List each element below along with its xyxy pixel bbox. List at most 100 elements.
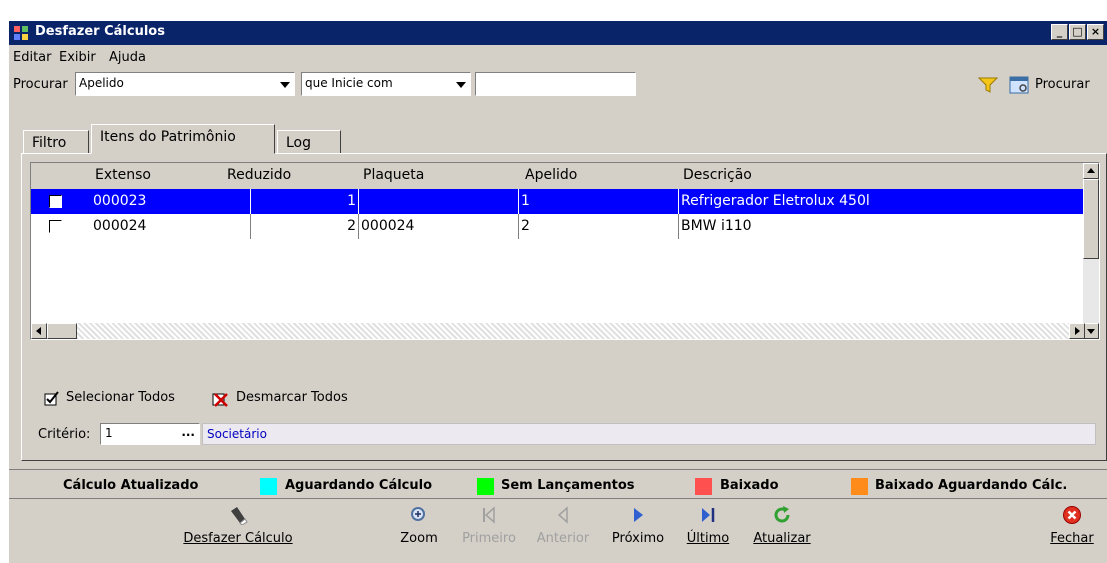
undo-calculation-button[interactable]: Desfazer Cálculo: [173, 505, 303, 546]
close-label: Fechar: [1050, 531, 1094, 546]
criterio-row: Critério: 1 ... Societário: [30, 422, 1100, 446]
arrow-up-icon: [1087, 168, 1095, 173]
arrow-right-icon: [1075, 327, 1080, 335]
close-button[interactable]: Fechar: [1047, 505, 1097, 546]
hscroll-thumb[interactable]: [47, 323, 77, 339]
criterio-label: Critério:: [38, 427, 91, 442]
chevron-down-icon: [280, 82, 290, 88]
next-button[interactable]: Próximo: [607, 505, 669, 546]
last-label: Último: [686, 531, 730, 546]
minimize-button[interactable]: _: [1051, 24, 1068, 40]
cell-extenso: 000023: [91, 189, 251, 214]
refresh-button[interactable]: Atualizar: [747, 505, 817, 546]
grid-header: Extenso Reduzido Plaqueta Apelido Descri…: [31, 163, 1085, 189]
tab-filtro[interactable]: Filtro: [23, 130, 89, 154]
menu-exibir[interactable]: Exibir: [59, 50, 96, 65]
tab-itens-do-patrimonio[interactable]: Itens do Patrimônio: [91, 124, 275, 154]
legend-swatch-sem-lancamentos: [477, 478, 494, 495]
legend-calculo-atualizado: Cálculo Atualizado: [63, 478, 199, 493]
search-label: Procurar: [13, 77, 68, 92]
tab-label: Log: [286, 135, 312, 151]
criterio-value: 1: [105, 426, 113, 440]
search-operator-value: que Inicie com: [305, 76, 393, 90]
last-record-icon: [702, 508, 715, 522]
cell-descricao: BMW i110: [681, 218, 752, 234]
legend-baixado-aguardando: Baixado Aguardando Cálc.: [875, 478, 1068, 493]
scroll-thumb[interactable]: [1083, 179, 1099, 259]
checkbox-checked-icon: [44, 391, 59, 406]
deselect-all-label: Desmarcar Todos: [236, 390, 348, 405]
column-header-descricao[interactable]: Descrição: [683, 167, 752, 183]
legend-swatch-aguardando: [260, 478, 277, 495]
column-header-reduzido[interactable]: Reduzido: [227, 167, 291, 183]
menu-ajuda[interactable]: Ajuda: [109, 50, 146, 65]
scroll-left-button[interactable]: [31, 323, 47, 339]
legend-swatch-baixado-aguardando: [851, 478, 868, 495]
bottom-toolbar: Desfazer Cálculo Zoom Primeiro Anterior …: [9, 501, 1107, 563]
previous-label: Anterior: [536, 531, 590, 546]
legend-aguardando-calculo: Aguardando Cálculo: [285, 478, 433, 493]
ellipsis-button[interactable]: ...: [181, 425, 195, 439]
scroll-right-button[interactable]: [1069, 323, 1085, 339]
search-input[interactable]: [475, 72, 636, 96]
zoom-icon: [411, 507, 425, 521]
row-checkbox[interactable]: [49, 220, 62, 233]
cell-apelido: 1: [519, 189, 679, 214]
horizontal-scrollbar[interactable]: [31, 323, 1085, 339]
next-record-icon: [634, 508, 643, 522]
criterio-description: Societário: [202, 423, 1096, 445]
legend-sem-lancamentos: Sem Lançamentos: [501, 478, 635, 493]
undo-calculation-label: Desfazer Cálculo: [183, 531, 293, 546]
vertical-scrollbar[interactable]: [1083, 163, 1099, 339]
tab-log[interactable]: Log: [277, 130, 341, 154]
criterio-input[interactable]: 1 ...: [100, 423, 200, 445]
window-title: Desfazer Cálculos: [35, 24, 165, 39]
search-window-icon: [1009, 76, 1029, 94]
refresh-label: Atualizar: [753, 531, 811, 546]
row-checkbox[interactable]: [49, 195, 62, 208]
table-row[interactable]: 000023 1 1 Refrigerador Eletrolux 450l: [31, 189, 1085, 214]
items-grid: Extenso Reduzido Plaqueta Apelido Descri…: [30, 162, 1100, 340]
search-field-select[interactable]: Apelido: [75, 72, 295, 96]
first-button[interactable]: Primeiro: [461, 505, 517, 546]
column-header-apelido[interactable]: Apelido: [525, 167, 577, 183]
app-icon: [14, 26, 28, 40]
eraser-icon: [231, 507, 248, 525]
cell-reduzido: 2: [251, 214, 359, 239]
title-bar: Desfazer Cálculos _ □ ×: [9, 21, 1107, 45]
close-icon: [1063, 506, 1081, 524]
legend-baixado: Baixado: [720, 478, 779, 493]
column-header-extenso[interactable]: Extenso: [95, 167, 151, 183]
menu-editar[interactable]: Editar: [13, 50, 52, 65]
search-field-value: Apelido: [79, 76, 124, 90]
cell-apelido: 2: [519, 214, 679, 239]
scroll-down-button[interactable]: [1083, 323, 1099, 339]
previous-button[interactable]: Anterior: [532, 505, 594, 546]
last-button[interactable]: Último: [685, 505, 731, 546]
maximize-button[interactable]: □: [1069, 24, 1086, 40]
filter-icon[interactable]: [978, 76, 998, 94]
zoom-label: Zoom: [400, 531, 438, 546]
cell-extenso: 000024: [91, 214, 251, 239]
next-label: Próximo: [611, 531, 665, 546]
scroll-up-button[interactable]: [1083, 163, 1099, 179]
tab-label: Filtro: [32, 135, 67, 151]
first-label: Primeiro: [462, 531, 516, 546]
arrow-left-icon: [36, 327, 41, 335]
cell-plaqueta: [359, 189, 519, 214]
first-record-icon: [483, 506, 495, 524]
search-operator-select[interactable]: que Inicie com: [301, 72, 471, 96]
select-all-label: Selecionar Todos: [66, 390, 175, 405]
table-row[interactable]: 000024 2 000024 2 BMW i110: [31, 214, 1085, 239]
tab-label: Itens do Patrimônio: [100, 129, 236, 145]
main-window: Desfazer Cálculos _ □ × Editar Exibir Aj…: [8, 20, 1107, 563]
zoom-button[interactable]: Zoom: [394, 505, 444, 546]
column-header-plaqueta[interactable]: Plaqueta: [363, 167, 424, 183]
cell-descricao: Refrigerador Eletrolux 450l: [681, 193, 870, 209]
chevron-down-icon: [456, 82, 466, 88]
close-window-button[interactable]: ×: [1087, 24, 1104, 40]
cell-reduzido: 1: [251, 189, 359, 214]
uncheck-x-icon: [212, 393, 228, 407]
search-row: Procurar Apelido que Inicie com Procurar: [9, 71, 1107, 101]
previous-record-icon: [557, 506, 568, 524]
